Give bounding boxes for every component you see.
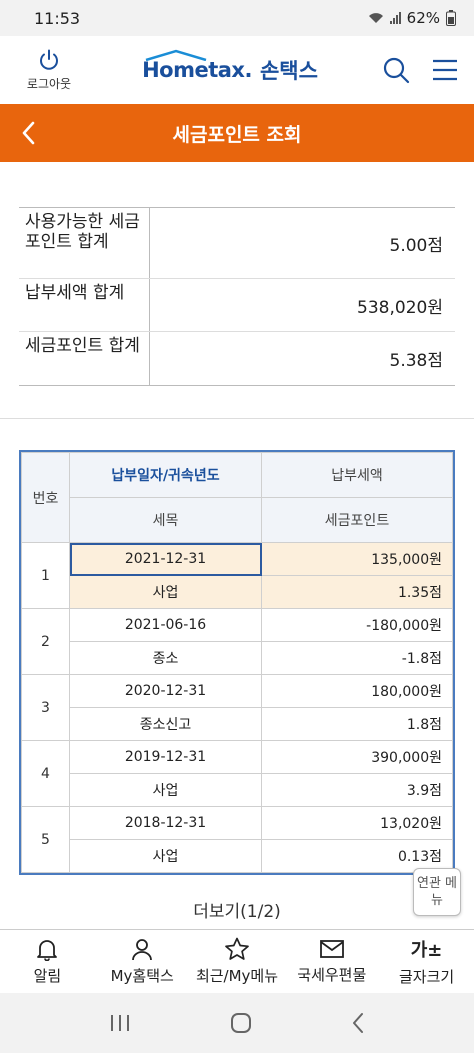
summary-row-point-total: 세금포인트 합계 5.38점 bbox=[19, 332, 455, 385]
menu-icon[interactable] bbox=[432, 58, 458, 82]
row-tax-item: 종소 bbox=[69, 641, 262, 675]
summary-row-tax-total: 납부세액 합계 538,020원 bbox=[19, 279, 455, 332]
logout-label: 로그아웃 bbox=[26, 77, 72, 91]
system-navigation-bar bbox=[0, 993, 474, 1053]
app-header: 로그아웃 Hometax. 손택스 bbox=[0, 36, 474, 104]
row-point: 3.9점 bbox=[261, 773, 453, 807]
header-tax-item: 세목 bbox=[69, 497, 262, 543]
logo-english: Hometax. bbox=[142, 49, 252, 82]
summary-table: 사용가능한 세금포인트 합계 5.00점 납부세액 합계 538,020원 세금… bbox=[19, 207, 455, 386]
table-row[interactable]: 5 2018-12-31 13,020원 bbox=[21, 806, 453, 873]
row-amount: 13,020원 bbox=[261, 806, 453, 840]
header-point: 세금포인트 bbox=[261, 497, 453, 543]
page-title-bar: 세금포인트 조회 bbox=[0, 104, 474, 162]
row-tax-item: 사업 bbox=[69, 839, 262, 873]
status-bar: 11:53 62% bbox=[0, 0, 474, 36]
nav-label: My홈택스 bbox=[110, 967, 174, 985]
row-number: 2 bbox=[21, 608, 70, 675]
back-icon[interactable] bbox=[351, 1012, 365, 1034]
header-actions bbox=[382, 56, 458, 84]
power-icon bbox=[40, 49, 58, 70]
row-number: 3 bbox=[21, 674, 70, 741]
nav-label: 최근/My메뉴 bbox=[195, 967, 279, 985]
summary-label: 납부세액 합계 bbox=[19, 279, 150, 331]
summary-label: 사용가능한 세금포인트 합계 bbox=[19, 208, 150, 278]
table-header-row: 세목 세금포인트 bbox=[22, 497, 453, 543]
bottom-navigation: 알림 My홈택스 최근/My메뉴 국세우편물 가± 글자크기 bbox=[0, 929, 474, 993]
nav-label: 글자크기 bbox=[398, 968, 455, 986]
hometax-logo[interactable]: Hometax. 손택스 bbox=[142, 49, 318, 85]
row-date[interactable]: 2021-12-31 bbox=[69, 542, 262, 576]
header-date[interactable]: 납부일자/귀속년도 bbox=[69, 452, 262, 498]
table-row[interactable]: 2 2021-06-16 -180,000원 bbox=[21, 608, 453, 675]
table-row[interactable]: 사업 0.13점 bbox=[22, 839, 453, 873]
detail-table: 번호 납부일자/귀속년도 납부세액 세목 세금포인트 1 2021-12-31 … bbox=[19, 450, 455, 875]
logout-button[interactable]: 로그아웃 bbox=[20, 48, 78, 92]
nav-recent-menu[interactable]: 최근/My메뉴 bbox=[190, 930, 285, 993]
related-menu-button[interactable]: 연관 메뉴 bbox=[413, 868, 461, 916]
row-date[interactable]: 2018-12-31 bbox=[69, 806, 262, 840]
row-number: 1 bbox=[21, 542, 70, 609]
mail-icon bbox=[319, 940, 344, 958]
nav-my-hometax[interactable]: My홈택스 bbox=[95, 930, 190, 993]
recent-apps-icon[interactable] bbox=[109, 1013, 131, 1033]
section-divider bbox=[0, 418, 474, 419]
table-row[interactable]: 4 2019-12-31 390,000원 bbox=[21, 740, 453, 807]
nav-font-size[interactable]: 가± 글자크기 bbox=[379, 930, 474, 993]
row-point: 1.8점 bbox=[261, 707, 453, 741]
row-amount: -180,000원 bbox=[261, 608, 453, 642]
row-tax-item: 종소신고 bbox=[69, 707, 262, 741]
bell-icon bbox=[37, 940, 58, 961]
header-tax-amount: 납부세액 bbox=[261, 452, 453, 498]
status-time: 11:53 bbox=[34, 8, 81, 28]
row-tax-item: 사업 bbox=[69, 773, 262, 807]
roof-icon bbox=[145, 49, 207, 61]
table-row[interactable]: 사업 3.9점 bbox=[22, 773, 453, 807]
search-icon[interactable] bbox=[382, 56, 410, 84]
table-row[interactable]: 1 2021-12-31 135,000원 bbox=[21, 542, 453, 609]
row-date[interactable]: 2019-12-31 bbox=[69, 740, 262, 774]
row-amount: 135,000원 bbox=[261, 542, 453, 576]
status-icons: 62% bbox=[368, 9, 456, 27]
page-title: 세금포인트 조회 bbox=[172, 123, 302, 146]
table-row[interactable]: 3 2020-12-31 180,000원 bbox=[21, 674, 453, 741]
nav-tax-mail[interactable]: 국세우편물 bbox=[284, 930, 379, 993]
back-arrow-icon[interactable] bbox=[20, 120, 36, 146]
summary-value: 538,020원 bbox=[357, 297, 443, 318]
wifi-icon bbox=[368, 13, 383, 23]
summary-value: 5.00점 bbox=[389, 235, 444, 256]
battery-level: 62% bbox=[406, 9, 440, 27]
signal-icon bbox=[389, 12, 401, 24]
summary-row-available: 사용가능한 세금포인트 합계 5.00점 bbox=[19, 208, 455, 279]
nav-label: 국세우편물 bbox=[297, 966, 367, 984]
star-icon bbox=[225, 937, 249, 960]
row-number: 5 bbox=[21, 806, 70, 873]
screen: 11:53 62% 로그아웃 Hometax. 손택스 세금포인트 조회 사용가… bbox=[0, 0, 474, 1053]
home-icon[interactable] bbox=[230, 1012, 252, 1034]
table-row[interactable]: 종소 -1.8점 bbox=[22, 641, 453, 675]
row-date[interactable]: 2021-06-16 bbox=[69, 608, 262, 642]
table-row[interactable]: 종소신고 1.8점 bbox=[22, 707, 453, 741]
summary-label: 세금포인트 합계 bbox=[19, 332, 150, 385]
row-amount: 180,000원 bbox=[261, 674, 453, 708]
load-more-button[interactable]: 더보기(1/2) bbox=[0, 897, 474, 922]
nav-label: 알림 bbox=[33, 967, 62, 985]
person-icon bbox=[132, 939, 153, 961]
row-amount: 390,000원 bbox=[261, 740, 453, 774]
row-point: 1.35점 bbox=[261, 575, 453, 609]
row-tax-item: 사업 bbox=[69, 575, 262, 609]
summary-value: 5.38점 bbox=[389, 351, 444, 371]
header-no: 번호 bbox=[21, 452, 70, 543]
row-point: -1.8점 bbox=[261, 641, 453, 675]
row-date[interactable]: 2020-12-31 bbox=[69, 674, 262, 708]
row-number: 4 bbox=[21, 740, 70, 807]
battery-icon bbox=[446, 10, 456, 26]
table-header-row: 번호 납부일자/귀속년도 납부세액 bbox=[21, 452, 453, 543]
font-size-icon: 가± bbox=[410, 940, 443, 961]
table-row[interactable]: 사업 1.35점 bbox=[22, 575, 453, 609]
nav-alarm[interactable]: 알림 bbox=[0, 930, 95, 993]
logo-korean: 손택스 bbox=[259, 59, 318, 83]
